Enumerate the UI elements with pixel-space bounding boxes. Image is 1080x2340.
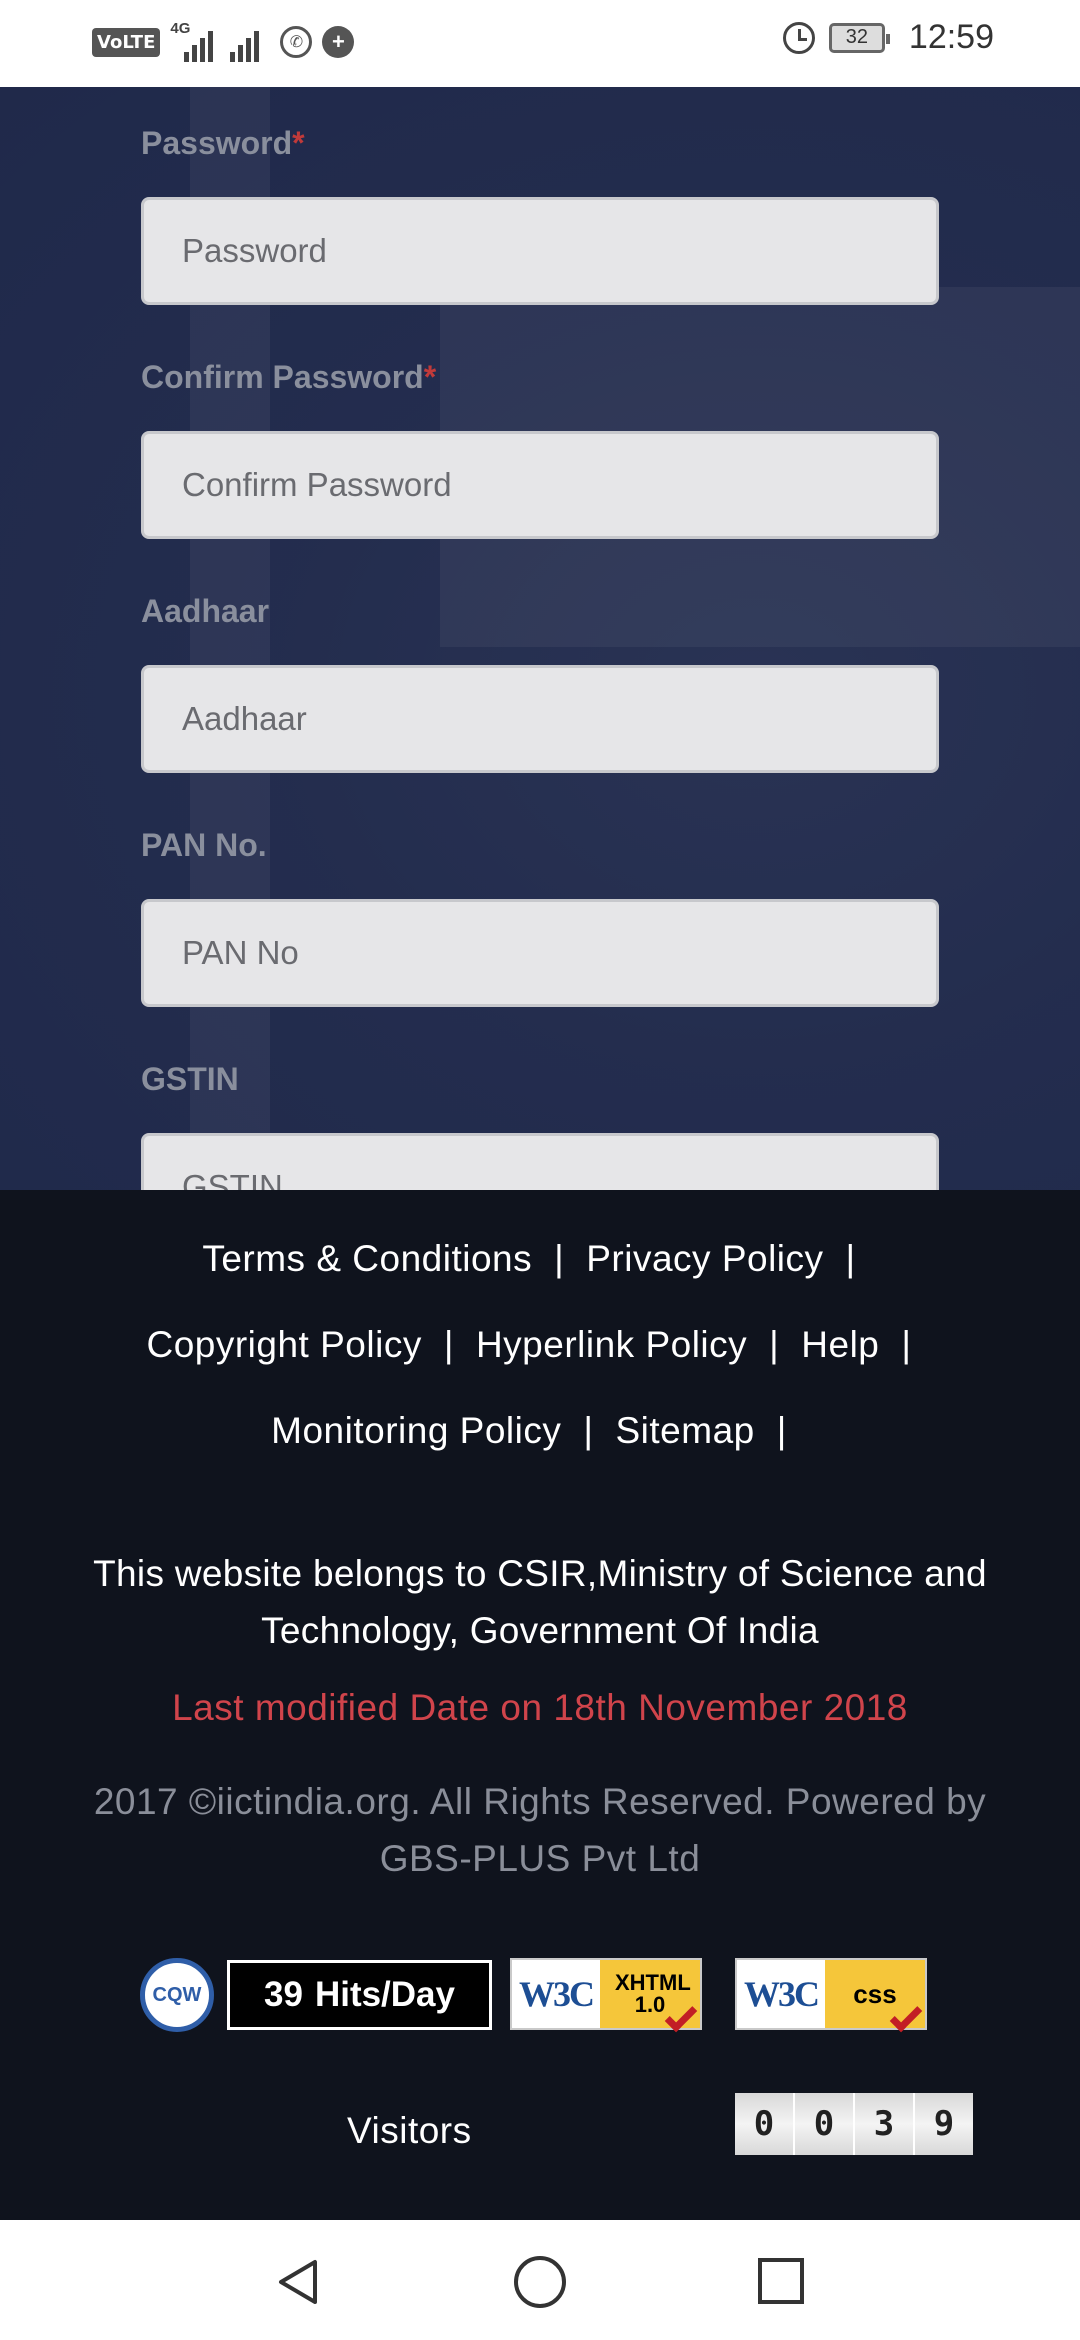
css-label: css (825, 1960, 925, 2033)
status-bar: VoLTE 4G ✆ + 32 12:59 (0, 0, 1080, 87)
signal-4g-icon: 4G (170, 20, 220, 62)
ownership-statement: This website belongs to CSIR,Ministry of… (93, 1553, 987, 1651)
visitor-counter: 0 0 3 9 (735, 2093, 973, 2155)
home-icon[interactable] (514, 2256, 566, 2308)
visitor-digit: 3 (855, 2093, 913, 2155)
footer-links-row-3: Monitoring Policy | Sitemap | (271, 1410, 787, 1451)
password-input[interactable] (141, 197, 939, 305)
hits-unit: Hits/Day (314, 1975, 455, 2014)
w3c-logo-text: W3C (519, 1974, 595, 2014)
pan-label: PAN No. (141, 827, 267, 863)
copyright-policy-link[interactable]: Copyright Policy (146, 1324, 421, 1365)
confirm-password-input[interactable] (141, 431, 939, 539)
status-right-icons: 32 12:59 (782, 18, 994, 57)
hits-count: 39 (264, 1975, 303, 2014)
visitor-digit: 0 (795, 2093, 853, 2155)
xhtml-label: XHTML 1.0 (600, 1960, 700, 2033)
footer-links-row-1: Terms & Conditions | Privacy Policy | (202, 1238, 856, 1279)
pan-input[interactable] (141, 899, 939, 1007)
site-footer: Terms & Conditions | Privacy Policy | Copyr… (0, 1190, 1080, 2220)
alarm-icon (782, 21, 815, 54)
w3c-xhtml-badge[interactable]: W3C XHTML 1.0 (510, 1958, 702, 2033)
gstin-input[interactable] (141, 1133, 939, 1190)
terms-link[interactable]: Terms & Conditions (202, 1238, 532, 1279)
registration-form-section: Password* Confirm Password* Aadhaar PAN … (0, 87, 1080, 1190)
volte-icon: VoLTE (92, 27, 161, 57)
hyperlink-policy-link[interactable]: Hyperlink Policy (476, 1324, 747, 1365)
clock: 12:59 (908, 18, 994, 56)
aadhaar-label: Aadhaar (141, 593, 270, 629)
sitemap-link[interactable]: Sitemap (616, 1410, 755, 1451)
confirm-password-label: Confirm Password* (141, 359, 437, 395)
w3c-logo-text: W3C (744, 1974, 820, 2014)
recent-apps-icon[interactable] (758, 2258, 804, 2304)
visitor-digit: 0 (735, 2093, 793, 2155)
notification-plus-icon: + (322, 26, 355, 58)
visitor-digit: 9 (915, 2093, 973, 2155)
battery-icon: 32 (828, 22, 890, 53)
cqw-badge-icon[interactable]: CQW (140, 1958, 214, 2032)
monitoring-policy-link[interactable]: Monitoring Policy (271, 1410, 561, 1451)
battery-level: 32 (845, 26, 869, 48)
signal-icon (230, 22, 270, 62)
copyright-text: 2017 ©iictindia.org. All Rights Reserved… (93, 1781, 987, 1879)
aadhaar-input[interactable] (141, 665, 939, 773)
password-label: Password* (141, 125, 305, 161)
gstin-label: GSTIN (141, 1061, 239, 1097)
w3c-css-badge[interactable]: W3C css (735, 1958, 927, 2033)
footer-badges: CQW 39 Hits/Day W3C XHTML 1.0 W3C css (0, 1950, 1080, 2040)
visitors-label: Visitors (347, 2110, 472, 2151)
status-left-icons: VoLTE 4G ✆ + (92, 20, 355, 62)
back-icon[interactable] (275, 2258, 323, 2306)
last-modified-date: Last modified Date on 18th November 2018 (172, 1687, 908, 1728)
help-link[interactable]: Help (801, 1324, 879, 1365)
footer-links-row-2: Copyright Policy | Hyperlink Policy | Help | (146, 1324, 912, 1365)
system-navigation-bar (0, 2220, 1080, 2340)
hits-per-day-counter: 39 Hits/Day (227, 1960, 492, 2030)
whatsapp-icon: ✆ (280, 26, 313, 58)
privacy-policy-link[interactable]: Privacy Policy (586, 1238, 823, 1279)
